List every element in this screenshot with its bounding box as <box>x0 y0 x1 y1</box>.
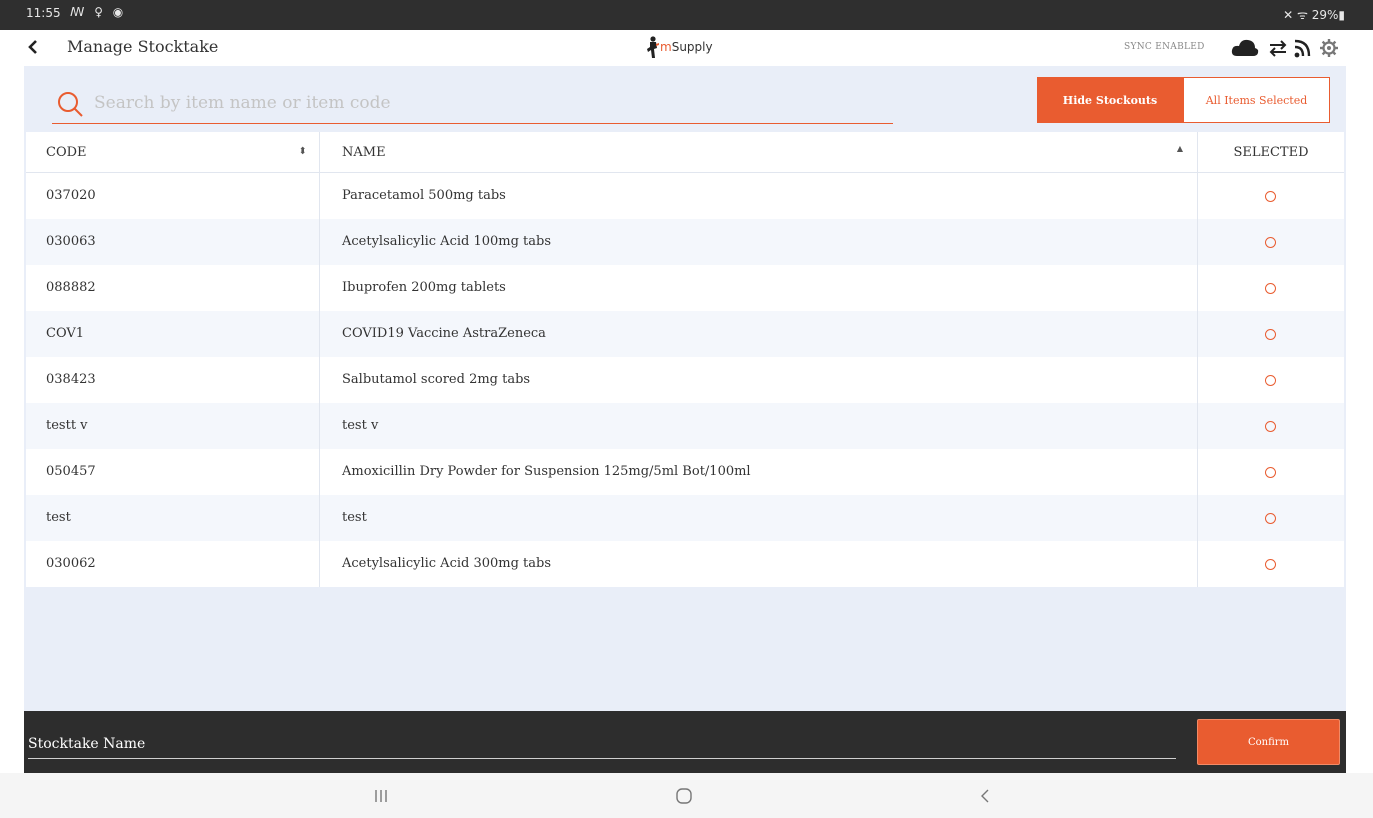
all-items-selected-button[interactable]: All Items Selected <box>1183 77 1330 123</box>
cell-selected <box>1198 265 1344 311</box>
stocktake-name-input[interactable] <box>28 729 1176 759</box>
stocktake-footer: Confirm <box>24 711 1346 773</box>
select-radio[interactable] <box>1265 237 1276 248</box>
column-header-code[interactable]: CODE ⬍ <box>26 132 320 173</box>
sort-both-icon: ⬍ <box>298 146 307 157</box>
cell-code: test <box>26 495 320 541</box>
cell-code: COV1 <box>26 311 320 357</box>
status-time: 11:55 <box>26 6 61 20</box>
cell-code: 030063 <box>26 219 320 265</box>
cell-selected <box>1198 311 1344 357</box>
search-icon <box>58 92 83 117</box>
page-title: Manage Stocktake <box>67 37 219 56</box>
chevron-left-icon <box>28 40 37 54</box>
logo-text: Supply <box>671 40 713 54</box>
notification-icons: ꟿ ♀ ◉ <box>70 5 127 19</box>
hide-stockouts-button[interactable]: Hide Stockouts <box>1037 77 1183 123</box>
home-icon <box>676 788 692 804</box>
filter-buttons: Hide Stockouts All Items Selected <box>1037 77 1330 123</box>
cell-code: 030062 <box>26 541 320 587</box>
recents-icon <box>375 790 387 802</box>
cell-selected <box>1198 403 1344 449</box>
cell-name: Amoxicillin Dry Powder for Suspension 12… <box>320 449 1198 495</box>
select-radio[interactable] <box>1265 329 1276 340</box>
cell-name: COVID19 Vaccine AstraZeneca <box>320 311 1198 357</box>
cell-code: 050457 <box>26 449 320 495</box>
system-nav-bar <box>0 773 1373 818</box>
confirm-button[interactable]: Confirm <box>1197 719 1340 765</box>
table-row[interactable]: testt v test v <box>26 403 1344 449</box>
home-button[interactable] <box>664 783 704 809</box>
cell-selected <box>1198 495 1344 541</box>
select-radio[interactable] <box>1265 283 1276 294</box>
cell-selected <box>1198 219 1344 265</box>
select-radio[interactable] <box>1265 421 1276 432</box>
cell-name: Acetylsalicylic Acid 300mg tabs <box>320 541 1198 587</box>
logo-text-m: m <box>660 40 672 54</box>
sync-arrows-icon[interactable] <box>1268 36 1288 60</box>
logo-figure-icon <box>647 36 659 58</box>
table-row[interactable]: 030062 Acetylsalicylic Acid 300mg tabs <box>26 541 1344 587</box>
search-input[interactable] <box>94 88 874 118</box>
cell-selected <box>1198 541 1344 587</box>
status-bar: 11:55 ꟿ ♀ ◉ ✕ ᯤ 29%▮ <box>0 0 1373 30</box>
cell-name: Paracetamol 500mg tabs <box>320 173 1198 219</box>
cell-code: 037020 <box>26 173 320 219</box>
cell-name: test <box>320 495 1198 541</box>
system-status-icons: ✕ ᯤ 29%▮ <box>1283 8 1345 22</box>
cell-selected <box>1198 357 1344 403</box>
sync-status-label: SYNC ENABLED <box>1124 42 1205 52</box>
cell-name: Salbutamol scored 2mg tabs <box>320 357 1198 403</box>
table-row[interactable]: test test <box>26 495 1344 541</box>
select-radio[interactable] <box>1265 191 1276 202</box>
cell-selected <box>1198 449 1344 495</box>
app-bar: Manage Stocktake mSupply SYNC ENABLED <box>0 30 1373 66</box>
column-header-name[interactable]: NAME ▲ <box>320 132 1198 173</box>
sort-ascending-icon: ▲ <box>1176 144 1183 153</box>
table-row[interactable]: 088882 Ibuprofen 200mg tablets <box>26 265 1344 311</box>
main-panel: Hide Stockouts All Items Selected CODE ⬍… <box>24 66 1346 711</box>
table-header: CODE ⬍ NAME ▲ SELECTED <box>26 132 1344 173</box>
stocktake-items-table: CODE ⬍ NAME ▲ SELECTED 037020 Paracetamo… <box>26 132 1344 587</box>
system-back-button[interactable] <box>965 783 1005 809</box>
select-radio[interactable] <box>1265 467 1276 478</box>
column-header-name-label: NAME <box>342 145 386 160</box>
table-row[interactable]: 037020 Paracetamol 500mg tabs <box>26 173 1344 219</box>
table-row[interactable]: 030063 Acetylsalicylic Acid 100mg tabs <box>26 219 1344 265</box>
select-radio[interactable] <box>1265 559 1276 570</box>
column-header-selected-label: SELECTED <box>1233 145 1309 160</box>
cell-code: testt v <box>26 403 320 449</box>
column-header-code-label: CODE <box>46 145 87 160</box>
table-row[interactable]: 038423 Salbutamol scored 2mg tabs <box>26 357 1344 403</box>
cell-name: Ibuprofen 200mg tablets <box>320 265 1198 311</box>
table-row[interactable]: 050457 Amoxicillin Dry Powder for Suspen… <box>26 449 1344 495</box>
cell-name: test v <box>320 403 1198 449</box>
gear-icon[interactable] <box>1318 36 1340 60</box>
recents-button[interactable] <box>362 783 402 809</box>
rss-icon[interactable] <box>1292 36 1314 60</box>
cell-selected <box>1198 173 1344 219</box>
back-button[interactable] <box>26 36 42 58</box>
cloud-icon[interactable] <box>1230 36 1260 60</box>
search-bar <box>52 84 893 124</box>
column-header-selected[interactable]: SELECTED <box>1198 132 1344 173</box>
back-icon <box>981 789 989 803</box>
cell-code: 038423 <box>26 357 320 403</box>
select-radio[interactable] <box>1265 375 1276 386</box>
table-row[interactable]: COV1 COVID19 Vaccine AstraZeneca <box>26 311 1344 357</box>
cell-name: Acetylsalicylic Acid 100mg tabs <box>320 219 1198 265</box>
select-radio[interactable] <box>1265 513 1276 524</box>
cell-code: 088882 <box>26 265 320 311</box>
